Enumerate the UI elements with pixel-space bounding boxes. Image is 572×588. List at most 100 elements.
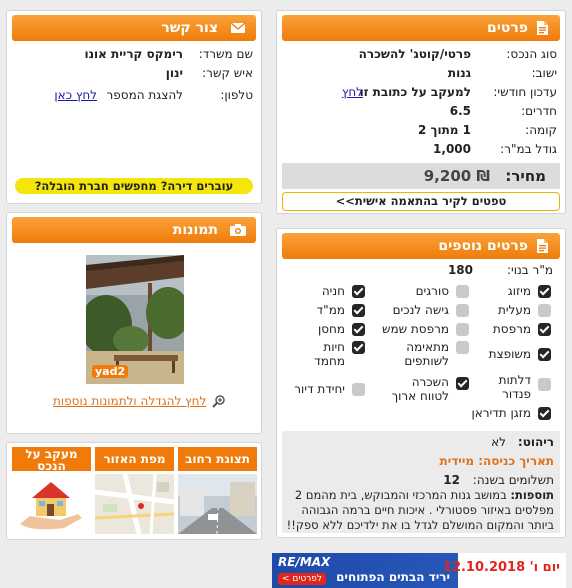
feature-label-pandor-doors: דלתות פנדור <box>498 373 531 401</box>
settlement-label: ישוב: <box>531 66 557 80</box>
street-view-thumbnail <box>178 474 257 534</box>
feature-checkbox-long-term[interactable] <box>456 377 469 390</box>
envelope-icon <box>230 22 246 33</box>
remax-ad-banner[interactable]: יום ו' 12.10.2018 יריד הבתים הפתוחים RE/… <box>272 553 566 588</box>
enlarge-photos-link[interactable]: לחץ להגדלה ולתמונות נוספות <box>53 394 206 408</box>
extra-details-header: פרטים נוספים <box>282 233 560 259</box>
feature-label-parking: חניה <box>321 284 345 298</box>
tab-street-view-label: תצוגת רחוב <box>178 447 257 471</box>
details-title: פרטים <box>486 20 528 36</box>
wallpaper-button[interactable]: טפטים לקיר בהתאמה אישית>> <box>282 192 560 211</box>
contact-header: צור קשר <box>12 15 256 41</box>
feature-label-roommates: מתאימה לשותפים <box>404 340 449 368</box>
photos-panel: תמונות yad2 לחץ להגדלה ולתמונות נוספות <box>6 212 262 434</box>
price-bar: מחיר: ₪ 9,200 <box>282 163 560 189</box>
feature-checkbox-sun-balcony[interactable] <box>456 323 469 336</box>
office-value: רימקס קריית אונו <box>84 47 183 61</box>
feature-checkbox-ac[interactable] <box>538 285 551 298</box>
contact-panel: צור קשר שם משרד: רימקס קריית אונו איש קש… <box>6 10 262 204</box>
detail-row-settlement: ישוב: גנות <box>277 65 565 81</box>
additions-row: תוספות: במושב גנות המרכזי והמבוקש, בית מ… <box>286 488 554 533</box>
built-area-row: מ"ר בנוי: 180 <box>277 262 565 278</box>
feature-checkbox-balcony[interactable] <box>538 323 551 336</box>
feature-checkbox-roommates[interactable] <box>456 341 469 354</box>
feature-label-storage: מחסן <box>317 322 345 336</box>
house-in-hand-icon <box>12 474 91 534</box>
size-label: גודל במ"ר: <box>500 142 557 156</box>
payments-value: 12 <box>443 473 460 487</box>
feature-checkbox-elevator[interactable] <box>538 304 551 317</box>
property-type-label: סוג הנכס: <box>506 47 557 61</box>
feature-label-balcony: מרפסת <box>492 322 531 336</box>
entry-date: תאריך כניסה: מיידית <box>439 454 554 468</box>
detail-row-size: גודל במ"ר: 1,000 <box>277 141 565 157</box>
monthly-update-label: עדכון חודשי: <box>493 85 557 99</box>
feature-checkbox-renovated[interactable] <box>538 348 551 361</box>
feature-label-ac: מיזוג <box>507 284 531 298</box>
feature-label-pets: חיות מחמד <box>314 340 345 368</box>
contact-row-office: שם משרד: רימקס קריית אונו <box>7 46 261 62</box>
office-label: שם משרד: <box>198 47 253 61</box>
feature-checkbox-storage[interactable] <box>352 323 365 336</box>
feature-checkbox-accessibility[interactable] <box>456 304 469 317</box>
monthly-update-text: למעקב על כתובת זו <box>359 85 471 99</box>
floor-value: 1 מתוך 2 <box>417 123 471 137</box>
tab-property-tracking[interactable]: מעקב על הנכס <box>12 447 91 534</box>
contact-title: צור קשר <box>161 20 218 36</box>
details-panel: פרטים סוג הנכס: פרטי/קוטג' להשכרה ישוב: … <box>276 10 566 214</box>
feature-label-bars: סורגים <box>415 284 449 298</box>
feature-checkbox-tadiran-ac[interactable] <box>538 407 551 420</box>
moving-company-banner[interactable]: עוברים דירה? מחפשים חברת הובלה? <box>15 178 253 194</box>
document-icon <box>537 239 548 253</box>
media-tabs-panel: תצוגת רחוב מפת האזור מעקב על הנכס <box>6 442 262 540</box>
ad-details-button[interactable]: לפרטים > <box>278 573 327 585</box>
feature-label-renovated: משופצת <box>488 347 531 361</box>
feature-checkbox-housing-unit[interactable] <box>352 383 365 396</box>
payments-row: תשלומים בשנה: 12 <box>282 472 560 488</box>
furniture-row: ריהוט: לא <box>282 434 560 450</box>
details-header: פרטים <box>282 15 560 41</box>
built-area-value: 180 <box>447 263 473 277</box>
feature-checkbox-bars[interactable] <box>456 285 469 298</box>
property-photo[interactable]: yad2 <box>86 255 184 384</box>
built-area-label: מ"ר בנוי: <box>507 263 553 277</box>
property-type-value: פרטי/קוטג' להשכרה <box>358 47 471 61</box>
photos-title: תמונות <box>172 222 218 238</box>
rooms-value: 6.5 <box>449 104 471 118</box>
furniture-label: ריהוט: <box>517 435 554 449</box>
document-icon <box>537 21 548 35</box>
feature-label-accessibility: גישה לנכים <box>392 303 449 317</box>
tab-area-map[interactable]: מפת האזור <box>95 447 174 534</box>
floor-label: קומה: <box>525 123 557 137</box>
contact-person-label: איש קשר: <box>202 66 253 80</box>
phone-label: טלפון: <box>220 88 253 102</box>
detail-row-type: סוג הנכס: פרטי/קוטג' להשכרה <box>277 46 565 62</box>
yad2-watermark: yad2 <box>92 365 129 378</box>
tab-street-view[interactable]: תצוגת רחוב <box>178 447 257 534</box>
remax-logo: RE/MAX <box>278 555 331 569</box>
ad-date-badge: יום ו' 12.10.2018 <box>443 553 566 588</box>
furniture-value: לא <box>491 435 506 449</box>
detail-row-rooms: חדרים: 6.5 <box>277 103 565 119</box>
magnifier-plus-icon <box>212 395 226 408</box>
show-phone-link[interactable]: לחץ כאן <box>54 87 97 103</box>
monthly-update-link[interactable]: לחץ <box>342 84 363 100</box>
tab-property-tracking-label: מעקב על הנכס <box>12 447 91 471</box>
feature-label-long-term: השכרה לטווח ארוך <box>391 375 449 403</box>
feature-label-tadiran-ac: מזגן תדיראן <box>471 406 531 420</box>
enlarge-row: לחץ להגדלה ולתמונות נוספות <box>53 394 226 408</box>
size-value: 1,000 <box>433 142 471 156</box>
settlement-value: גנות <box>447 66 471 80</box>
feature-label-housing-unit: יחידת דיור <box>294 382 345 396</box>
camera-icon <box>230 224 246 236</box>
feature-checkbox-pandor-doors[interactable] <box>538 378 551 391</box>
payments-label: תשלומים בשנה: <box>472 473 554 487</box>
price-value: ₪ 9,200 <box>423 167 490 185</box>
feature-checkbox-pets[interactable] <box>352 341 365 354</box>
feature-checkbox-parking[interactable] <box>352 285 365 298</box>
extra-details-title: פרטים נוספים <box>438 238 528 254</box>
contact-person-value: ינון <box>165 66 183 80</box>
feature-checkbox-safe-room[interactable] <box>352 304 365 317</box>
detail-row-monthly-update: עדכון חודשי: למעקב על כתובת זו לחץ <box>277 84 565 100</box>
ad-tagline: יריד הבתים הפתוחים <box>336 570 450 584</box>
